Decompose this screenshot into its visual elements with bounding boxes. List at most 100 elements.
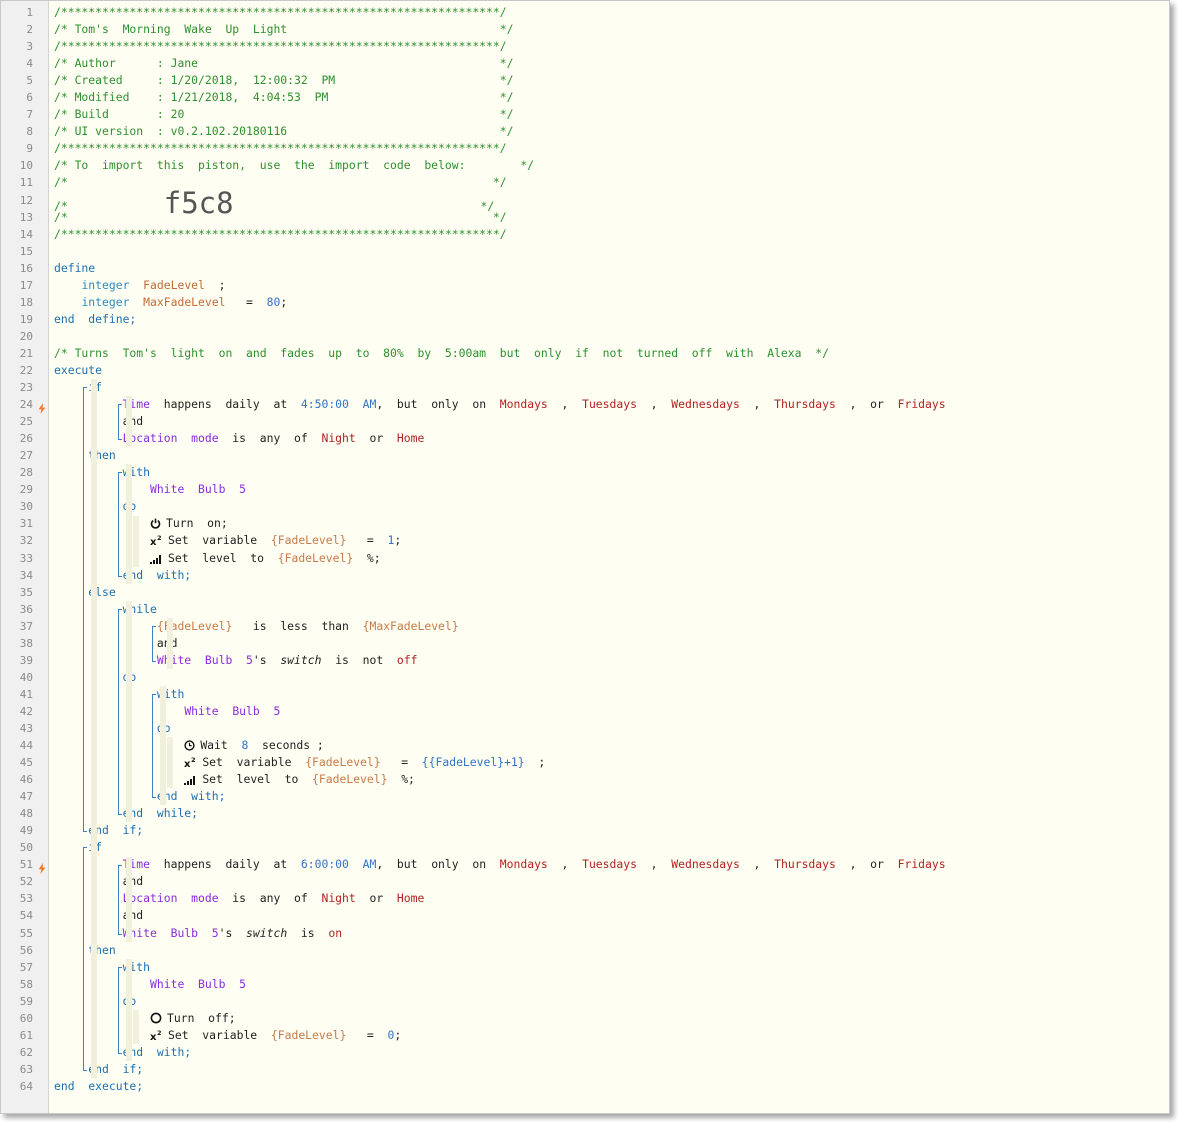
- code-line: 26 Location mode is any of Night or Home: [1, 430, 1169, 447]
- line-number: 32: [19, 534, 33, 548]
- code-line: 14 /*************************************…: [1, 226, 1169, 243]
- code-token: happens daily at: [150, 397, 301, 412]
- code-token: or: [355, 431, 397, 446]
- block-bracket: [117, 472, 122, 577]
- line-number: 9: [26, 142, 33, 156]
- line-number: 14: [19, 227, 33, 241]
- line-number: 1: [26, 6, 33, 19]
- code-token: 's: [218, 925, 247, 940]
- code-line: 27 then: [1, 447, 1169, 464]
- code-token: 80: [266, 294, 281, 309]
- code-token: Thursdays: [774, 397, 836, 412]
- line-number: 30: [19, 500, 33, 514]
- line-number: 20: [19, 329, 33, 343]
- line-number: 2: [26, 23, 33, 37]
- line-number: 21: [19, 346, 33, 360]
- line-number: 37: [19, 619, 33, 633]
- code-token: /* To import this piston, use the import…: [54, 158, 535, 173]
- code-text: /* UI version : v0.2.102.20180116 */: [54, 123, 513, 140]
- line-number: 47: [19, 790, 33, 804]
- code-line: 18 integer MaxFadeLevel = 80;: [1, 294, 1169, 311]
- code-text: /***************************************…: [54, 4, 507, 21]
- line-number: 4: [26, 57, 33, 71]
- code-line: 5 /* Created : 1/20/2018, 12:00:32 PM */: [1, 72, 1169, 89]
- code-text: and: [54, 635, 178, 652]
- code-token: White Bulb 5: [150, 976, 247, 991]
- code-token: Fridays: [897, 857, 946, 872]
- code-text: integer FadeLevel ;: [54, 277, 225, 294]
- code-token: /* */: [54, 175, 507, 190]
- code-text: with: [54, 464, 150, 481]
- code-line: 29 White Bulb 5: [1, 481, 1169, 498]
- code-token: is any of: [218, 891, 322, 906]
- code-token: {{FadeLevel}+1}: [421, 755, 525, 770]
- line-number: 22: [19, 363, 33, 377]
- code-token: ;: [524, 755, 546, 770]
- block-bracket: [152, 625, 157, 662]
- code-token: {MaxFadeLevel}: [362, 618, 459, 633]
- code-token: , or: [835, 857, 898, 872]
- line-number: 31: [19, 517, 33, 531]
- code-token: , but only on: [376, 397, 500, 412]
- code-token: /* Build : 20 */: [54, 107, 514, 122]
- code-token: %;: [353, 550, 381, 565]
- svg-text:2: 2: [191, 757, 196, 764]
- code-token: ;: [394, 1027, 402, 1042]
- code-token: Set variable: [168, 1027, 271, 1042]
- line-number: 63: [19, 1062, 33, 1076]
- code-token: and: [54, 635, 178, 650]
- indent-guide: [125, 396, 132, 448]
- code-line: 28 with: [1, 464, 1169, 481]
- line-number: 26: [19, 432, 33, 446]
- code-token: is: [287, 925, 329, 940]
- code-text: end with;: [54, 788, 226, 805]
- code-text: end execute;: [54, 1078, 143, 1095]
- code-token: ;: [394, 533, 402, 548]
- code-token: Thursdays: [774, 857, 836, 872]
- code-token: /* Created : 1/20/2018, 12:00:32 PM */: [54, 73, 514, 88]
- line-number: 29: [19, 483, 33, 497]
- code-line: 22 execute: [1, 362, 1169, 379]
- code-token: ,: [547, 857, 583, 872]
- svg-text:2: 2: [157, 535, 162, 542]
- line-number: 52: [19, 875, 33, 889]
- code-token: Home: [396, 431, 425, 446]
- code-token: ,: [739, 397, 775, 412]
- code-token: Wait: [200, 738, 242, 753]
- code-text: /***************************************…: [54, 38, 507, 55]
- code-token: end define;: [54, 311, 137, 326]
- code-text: end with;: [54, 567, 192, 584]
- code-token: Set variable: [202, 755, 306, 770]
- code-line: 30 do: [1, 498, 1169, 515]
- code-line: 53 Location mode is any of Night or Home: [1, 890, 1169, 907]
- code-line: 32 x 2 Set variable {FadeLevel} = 1;: [1, 532, 1169, 549]
- code-token: /* UI version : v0.2.102.20180116 */: [54, 124, 514, 139]
- code-line: 44 Wait 8 seconds ;: [1, 737, 1169, 754]
- code-text: /* Modified : 1/21/2018, 4:04:53 PM */: [54, 89, 513, 106]
- code-line: 34 end with;: [1, 567, 1169, 584]
- code-token: Wednesdays: [671, 857, 740, 872]
- code-line: 4 /* Author : Jane */: [1, 55, 1169, 72]
- indent-guide: [132, 515, 139, 567]
- code-line: 58 White Bulb 5: [1, 976, 1169, 993]
- code-token: Home: [396, 891, 425, 906]
- svg-text:x: x: [150, 537, 157, 546]
- code-token: /***************************************…: [54, 5, 507, 19]
- line-number: 35: [19, 585, 33, 599]
- code-line: 33 Set level to {FadeLevel} %;: [1, 550, 1169, 567]
- code-token: =: [346, 533, 388, 548]
- indent-guide: [125, 600, 132, 823]
- code-token: happens daily at: [150, 857, 301, 872]
- block-bracket: [117, 864, 122, 935]
- code-text: /***************************************…: [54, 140, 507, 157]
- svg-text:x: x: [184, 759, 191, 768]
- code-line: 24 Time happens daily at 4:50:00 AM, but…: [1, 396, 1169, 415]
- line-number: 27: [19, 449, 33, 463]
